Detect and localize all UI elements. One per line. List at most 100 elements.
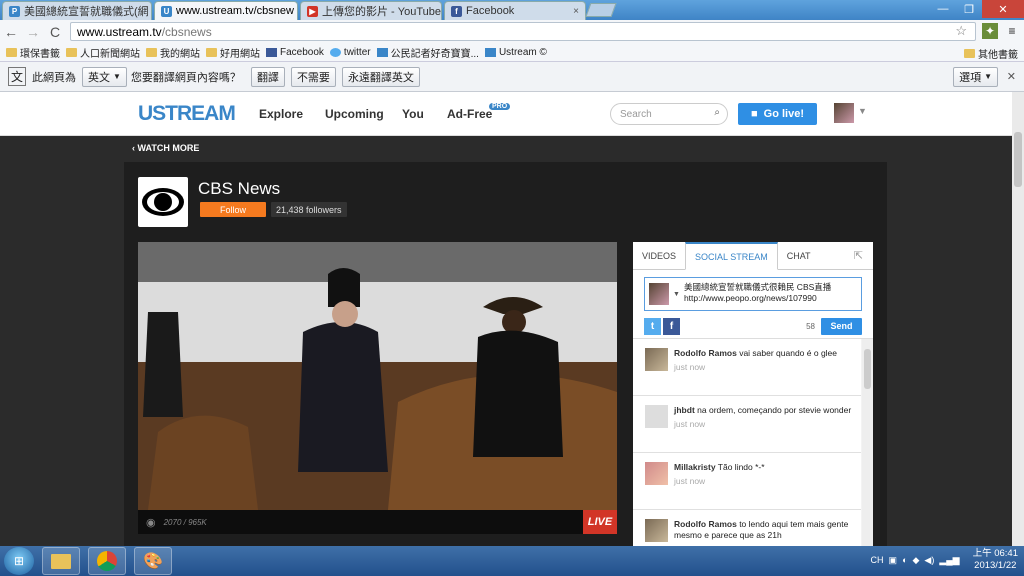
popout-icon[interactable]: ⇱ (854, 249, 863, 262)
network-icon[interactable]: ▂▄▆ (939, 555, 959, 566)
tab-chat[interactable]: CHAT (778, 242, 820, 269)
taskbar: ⊞ 🎨 CH ▣ ◐ ◆ ◀) ▂▄▆ 上午 06:41 2013/1/22 (0, 546, 1024, 576)
always-translate-button[interactable]: 永遠翻譯英文 (341, 66, 420, 87)
other-bookmarks[interactable]: 其他書籤 (964, 46, 1018, 61)
bookmark-item[interactable]: Facebook (266, 47, 324, 58)
clock[interactable]: 上午 06:41 2013/1/22 (973, 548, 1018, 572)
nav-you[interactable]: You (402, 107, 424, 121)
watch-more-link[interactable]: ‹ WATCH MORE (132, 143, 199, 153)
menu-icon[interactable]: ≡ (1004, 23, 1020, 39)
avatar[interactable] (645, 519, 668, 542)
tab-label: www.ustream.tv/cbsnew (176, 5, 294, 17)
ustream-favicon-icon: U (161, 5, 172, 17)
language-label: 英文 (88, 71, 111, 84)
tab-social-stream[interactable]: SOCIAL STREAM (685, 242, 778, 270)
bookmark-label: 人口新聞網站 (80, 48, 140, 60)
url-input[interactable]: www.ustream.tv/cbsnews ☆ (70, 22, 976, 41)
chrome-taskbar-button[interactable] (88, 547, 126, 575)
chevron-down-icon[interactable]: ▼ (673, 291, 680, 298)
browser-tab-2[interactable]: U www.ustream.tv/cbsnew × (154, 1, 298, 20)
post-user[interactable]: jhbdt (674, 405, 695, 415)
post-user[interactable]: Millakristy (674, 462, 716, 472)
bookmark-label: twitter (343, 46, 371, 58)
nope-button[interactable]: 不需要 (290, 66, 336, 87)
avatar[interactable] (834, 103, 854, 123)
explorer-taskbar-button[interactable] (42, 547, 80, 575)
close-tab-icon[interactable]: × (294, 6, 297, 17)
maximize-icon[interactable]: ❐ (956, 0, 982, 18)
close-window-icon[interactable]: ✕ (982, 0, 1024, 18)
close-tab-icon[interactable]: × (441, 6, 442, 17)
extension-icon[interactable]: ✦ (982, 23, 998, 39)
scrollbar-thumb[interactable] (864, 349, 871, 389)
post-user[interactable]: Rodolfo Ramos (674, 519, 737, 529)
feed-scrollbar[interactable] (862, 339, 873, 546)
browser-tab-4[interactable]: f Facebook × (444, 1, 586, 20)
ustream-logo[interactable]: USTREAM (138, 102, 236, 126)
bookmark-item[interactable]: 公民記者好奇寶寶... (376, 45, 479, 60)
bookmark-item[interactable]: Ustream © (484, 47, 547, 58)
bookmark-label: 環保書籤 (20, 48, 60, 60)
search-input[interactable]: Search ⌕ (610, 103, 728, 125)
nav-ad-free[interactable]: Ad-Free PRO (447, 103, 511, 121)
options-button[interactable]: 選項 ▼ (953, 66, 998, 87)
chevron-down-icon[interactable]: ▼ (858, 106, 867, 116)
browser-tab-3[interactable]: ▶ 上傳您的影片 - YouTube × (300, 1, 442, 20)
tray-icon[interactable]: ◐ (902, 555, 907, 565)
clock-time: 上午 06:41 (972, 548, 1018, 559)
page-viewport: USTREAM Explore Upcoming You Ad-Free PRO … (0, 92, 1012, 546)
bookmark-item[interactable]: 我的網站 (146, 45, 200, 60)
chevron-down-icon: ▼ (984, 72, 992, 81)
search-icon[interactable]: ⌕ (714, 107, 720, 118)
close-icon[interactable]: ✕ (1007, 70, 1016, 83)
tray-icon[interactable]: ▣ (889, 555, 898, 566)
twitter-icon[interactable]: t (644, 317, 661, 335)
volume-icon[interactable]: ◀) (924, 555, 934, 566)
post-user[interactable]: Rodolfo Ramos (674, 348, 737, 358)
forward-icon[interactable]: → (22, 24, 44, 40)
bookmark-star-icon[interactable]: ☆ (955, 23, 967, 39)
nav-explore[interactable]: Explore (259, 107, 303, 121)
browser-tab-1[interactable]: P 美國總統宣誓就職儀式(網 (2, 1, 152, 20)
nav-upcoming[interactable]: Upcoming (325, 107, 384, 121)
social-panel: VIDEOS SOCIAL STREAM CHAT ⇱ ▼ 美國總統宣誓就職儀式… (633, 242, 873, 546)
video-player[interactable]: ◉ 2070 / 965K LIVE (138, 242, 617, 534)
post-time: just now (674, 476, 706, 486)
start-button[interactable]: ⊞ (4, 547, 34, 575)
facebook-icon[interactable]: f (663, 317, 680, 335)
new-tab-button[interactable] (585, 3, 617, 17)
scrollbar-thumb[interactable] (1014, 132, 1022, 187)
translate-bar: 文 此網頁為 英文 ▼ 您要翻譯網頁內容嗎？ 翻譯 不需要 永遠翻譯英文 選項 ▼ … (0, 62, 1024, 92)
avatar[interactable] (645, 348, 668, 371)
tab-videos[interactable]: VIDEOS (633, 242, 685, 269)
follow-button[interactable]: Follow (200, 202, 266, 217)
bookmark-item[interactable]: 好用網站 (206, 45, 260, 60)
send-button[interactable]: Send (821, 317, 862, 335)
search-placeholder: Search (620, 108, 652, 120)
cbs-logo[interactable] (138, 177, 188, 227)
translate-button[interactable]: 翻譯 (250, 66, 285, 87)
avatar[interactable] (645, 405, 668, 428)
twitter-icon (329, 47, 341, 57)
ustream-header: USTREAM Explore Upcoming You Ad-Free PRO … (0, 92, 1012, 136)
close-tab-icon[interactable]: × (567, 6, 579, 17)
language-select[interactable]: 英文 ▼ (82, 66, 127, 87)
clock-date: 2013/1/22 (974, 560, 1017, 571)
language-indicator[interactable]: CH (871, 555, 884, 565)
paint-taskbar-button[interactable]: 🎨 (134, 547, 172, 575)
bookmark-item[interactable]: 人口新聞網站 (66, 45, 140, 60)
avatar[interactable] (645, 462, 668, 485)
compose-box[interactable]: ▼ 美國總統宣誓就職儀式很賴民 CBS直播http://www.peopo.or… (644, 277, 862, 311)
tray-icon[interactable]: ◆ (913, 555, 920, 566)
compose-text[interactable]: 美國總統宣誓就職儀式很賴民 CBS直播http://www.peopo.org/… (684, 282, 861, 306)
bookmark-item[interactable]: twitter (329, 46, 371, 58)
bookmark-label: 公民記者好奇寶寶... (390, 48, 479, 60)
go-live-button[interactable]: ■ Go live! (738, 103, 817, 125)
bookmark-item[interactable]: 環保書籤 (6, 45, 60, 60)
options-label: 選項 (959, 71, 982, 84)
reload-icon[interactable]: C (44, 24, 66, 40)
minimize-icon[interactable]: — (930, 0, 956, 18)
page-scrollbar[interactable] (1012, 92, 1024, 546)
bookmark-label: 我的網站 (160, 48, 200, 60)
back-icon[interactable]: ← (0, 24, 22, 40)
